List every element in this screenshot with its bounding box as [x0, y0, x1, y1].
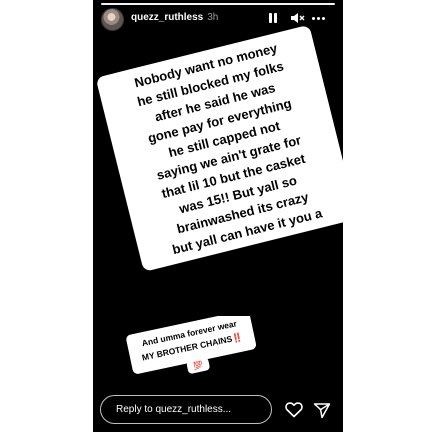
- reply-placeholder: Reply to quezz_ruthless...: [116, 404, 232, 415]
- story-viewer[interactable]: quezz_ruthless 3h Nobody want no money he…: [93, 0, 343, 432]
- caption-sticker: And umma forever wear MY BROTHER CHAINS‼…: [125, 310, 260, 376]
- heart-icon[interactable]: [285, 401, 303, 418]
- story-progress-bar: [101, 3, 335, 5]
- username[interactable]: quezz_ruthless: [131, 12, 203, 23]
- pause-icon[interactable]: [265, 10, 281, 26]
- send-icon[interactable]: [313, 402, 331, 419]
- time-ago: 3h: [207, 12, 219, 23]
- hundred-emoji: 💯: [192, 359, 204, 371]
- avatar[interactable]: [101, 8, 124, 31]
- mute-icon[interactable]: [289, 10, 305, 26]
- more-icon[interactable]: [311, 10, 327, 26]
- story-text-sticker: Nobody want no money he still blocked my…: [97, 26, 343, 271]
- username-label[interactable]: quezz_ruthless 3h: [131, 12, 218, 23]
- reply-input[interactable]: Reply to quezz_ruthless...: [100, 395, 272, 424]
